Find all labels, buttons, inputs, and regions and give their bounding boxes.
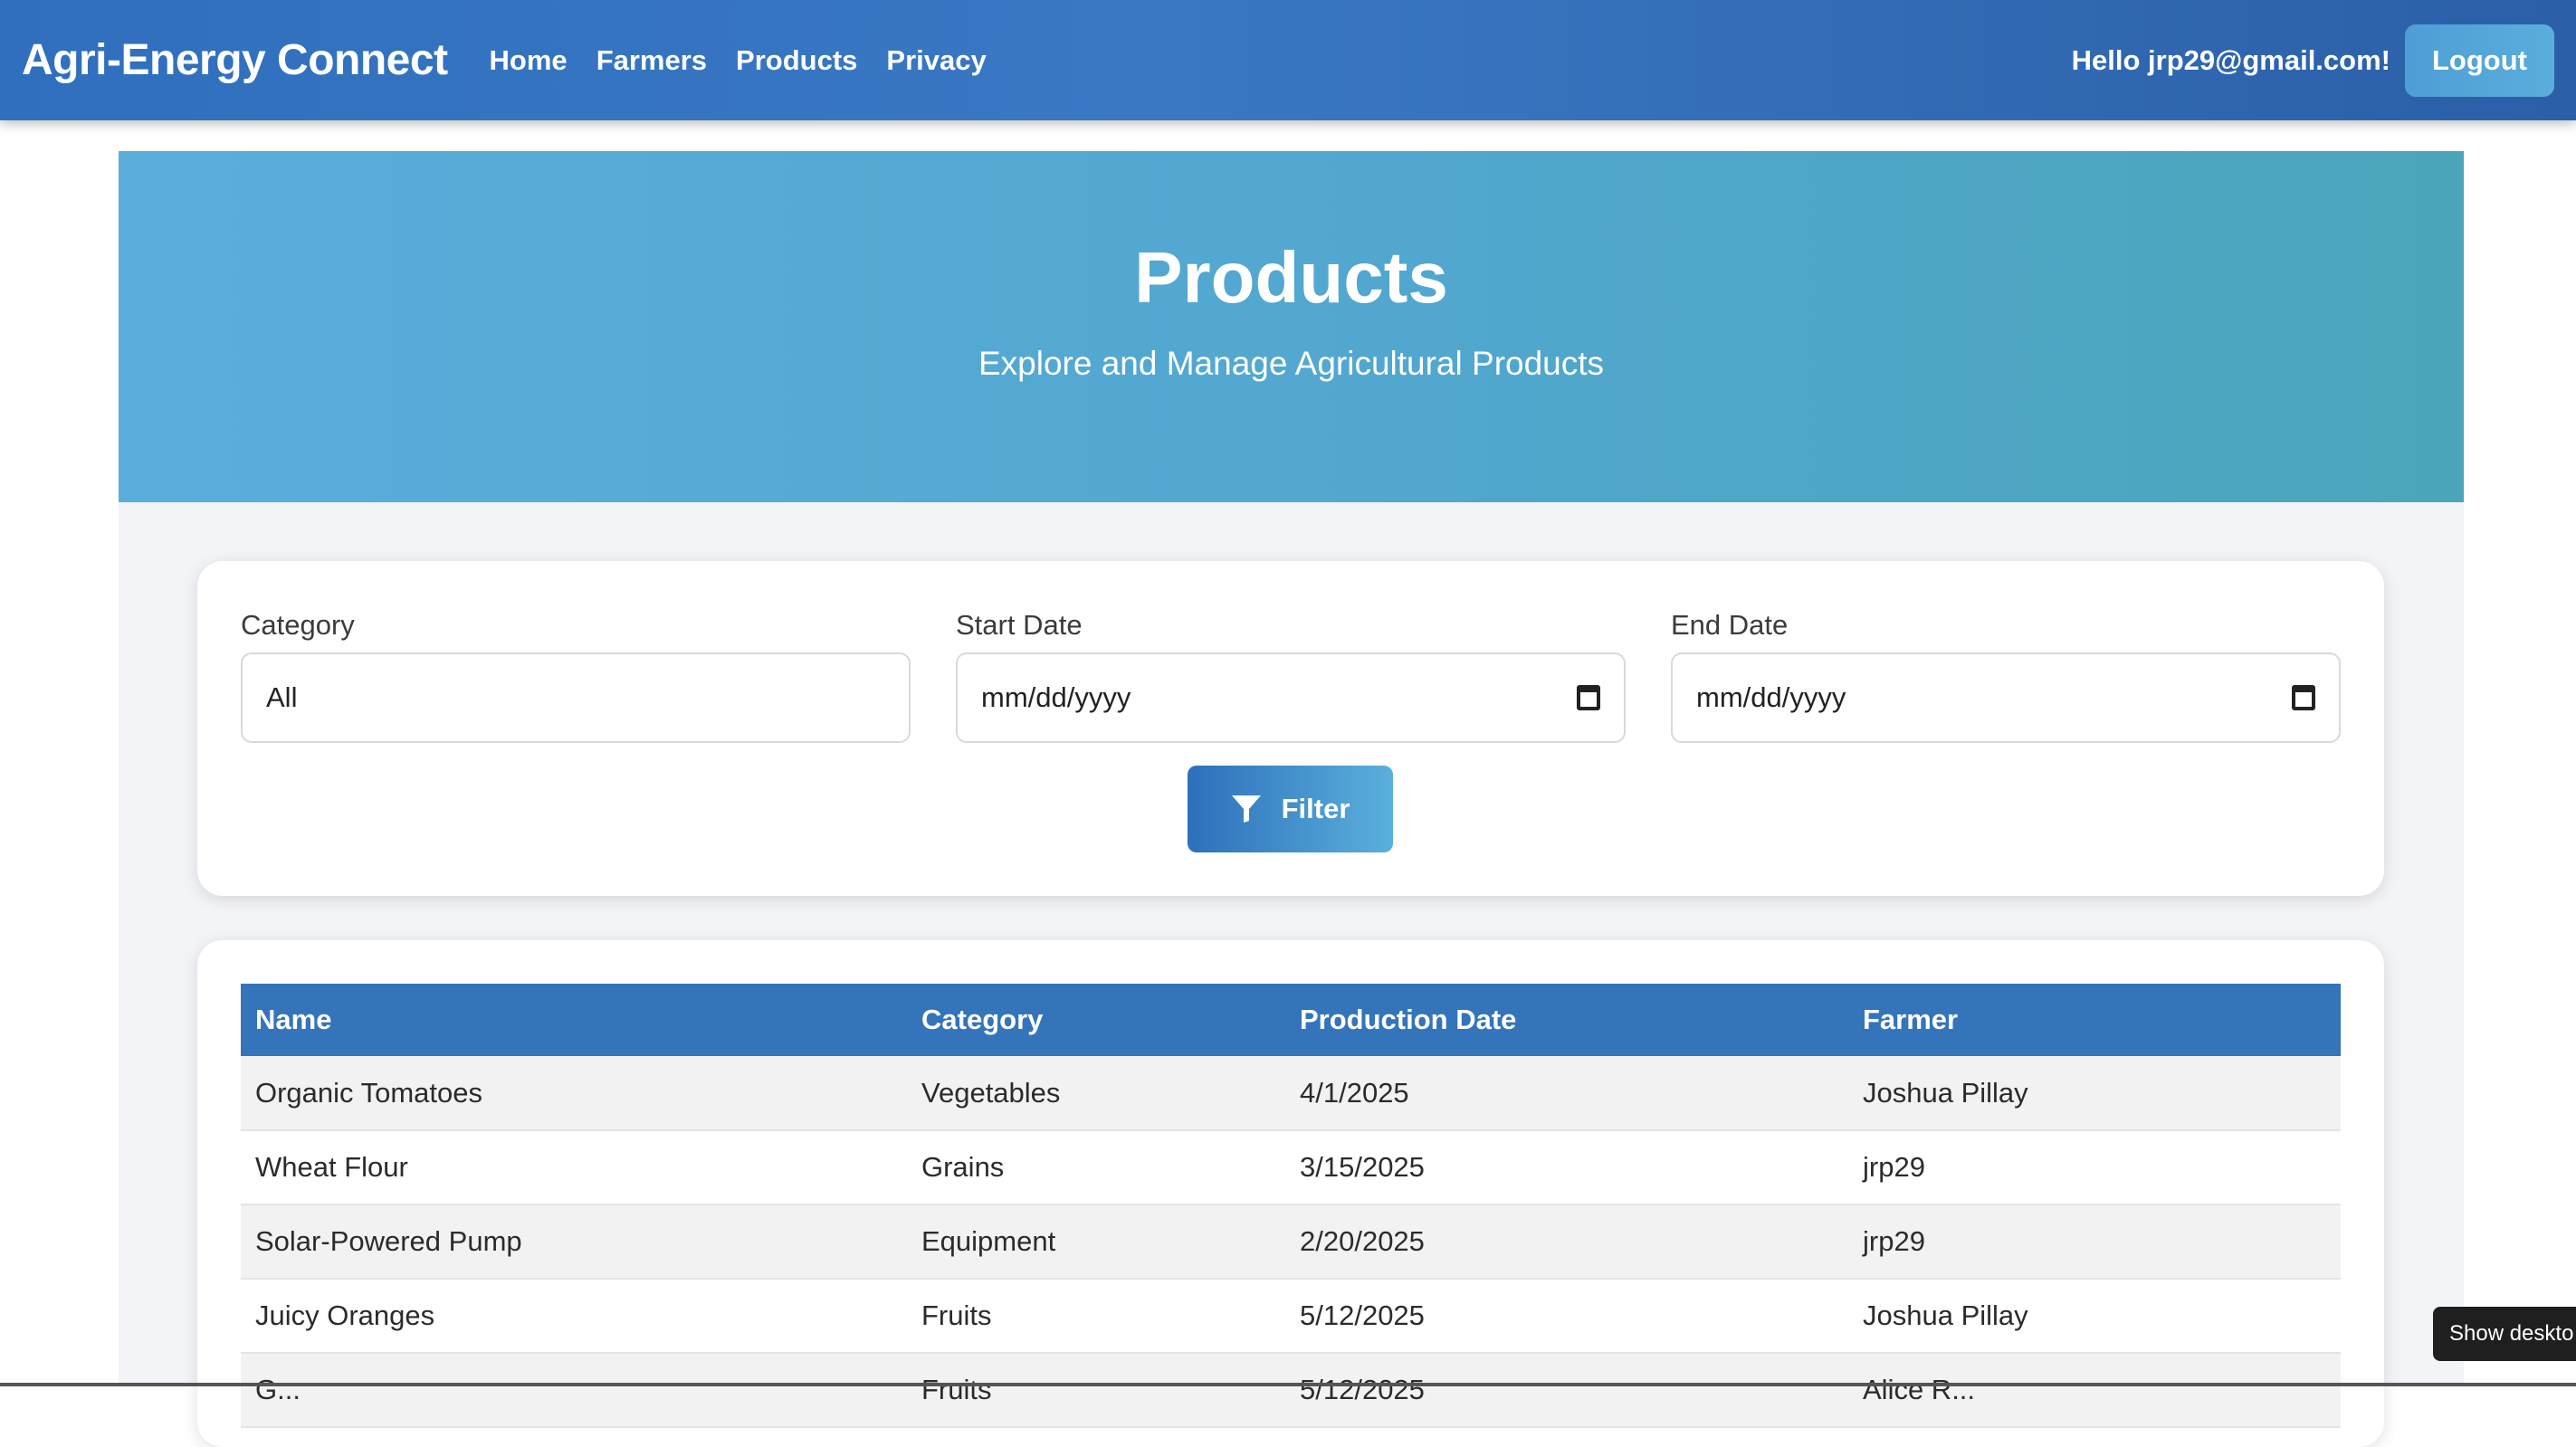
cell-farmer: Joshua Pillay bbox=[1848, 1279, 2341, 1354]
category-select[interactable]: All bbox=[241, 652, 911, 743]
cell-name: Organic Tomatoes bbox=[241, 1056, 907, 1131]
table-row[interactable]: Solar-Powered Pump Equipment 2/20/2025 j… bbox=[241, 1204, 2341, 1280]
table-row[interactable]: Juicy Oranges Fruits 5/12/2025 Joshua Pi… bbox=[241, 1279, 2341, 1354]
header-farmer[interactable]: Farmer bbox=[1848, 984, 2341, 1056]
user-greeting[interactable]: Hello jrp29@gmail.com! bbox=[2072, 44, 2390, 77]
table-row[interactable]: G... Fruits 5/12/2025 Alice R... bbox=[241, 1353, 2341, 1428]
category-field: Category All bbox=[241, 609, 911, 743]
products-table-card: Name Category Production Date Farmer Org… bbox=[197, 940, 2384, 1447]
cell-production-date: 3/15/2025 bbox=[1285, 1130, 1848, 1205]
top-navbar: Agri-Energy Connect Home Farmers Product… bbox=[0, 0, 2576, 120]
brand-logo-text[interactable]: Agri-Energy Connect bbox=[22, 35, 448, 85]
cell-name: Wheat Flour bbox=[241, 1130, 907, 1205]
cell-farmer: jrp29 bbox=[1848, 1204, 2341, 1280]
logout-button[interactable]: Logout bbox=[2404, 24, 2554, 97]
cell-farmer: Joshua Pillay bbox=[1848, 1056, 2341, 1131]
header-name[interactable]: Name bbox=[241, 984, 907, 1056]
end-date-placeholder: mm/dd/yyyy bbox=[1696, 681, 1846, 713]
cell-production-date: 4/1/2025 bbox=[1285, 1056, 1848, 1131]
cell-production-date: 2/20/2025 bbox=[1285, 1204, 1848, 1280]
show-desktop-tooltip: Show deskto bbox=[2433, 1307, 2576, 1361]
cell-name: G... bbox=[241, 1353, 907, 1428]
start-date-field: Start Date mm/dd/yyyy bbox=[956, 609, 1626, 743]
cell-category: Vegetables bbox=[907, 1056, 1285, 1131]
nav-link-farmers[interactable]: Farmers bbox=[596, 44, 707, 77]
calendar-icon[interactable] bbox=[2292, 685, 2315, 710]
table-row[interactable]: Wheat Flour Grains 3/15/2025 jrp29 bbox=[241, 1130, 2341, 1205]
header-category[interactable]: Category bbox=[907, 984, 1285, 1056]
taskbar-edge bbox=[0, 1383, 2576, 1386]
nav-links: Home Farmers Products Privacy bbox=[490, 44, 987, 77]
filter-button[interactable]: Filter bbox=[1188, 766, 1393, 852]
cell-name: Solar-Powered Pump bbox=[241, 1204, 907, 1280]
page-subtitle: Explore and Manage Agricultural Products bbox=[978, 345, 1605, 382]
products-table: Name Category Production Date Farmer Org… bbox=[241, 984, 2341, 1428]
page-title: Products bbox=[1134, 237, 1448, 318]
end-date-label: End Date bbox=[1671, 609, 1789, 641]
filter-button-label: Filter bbox=[1281, 793, 1350, 824]
cell-production-date: 5/12/2025 bbox=[1285, 1279, 1848, 1354]
cell-name: Juicy Oranges bbox=[241, 1279, 907, 1354]
cell-category: Fruits bbox=[907, 1279, 1285, 1354]
table-row[interactable]: Organic Tomatoes Vegetables 4/1/2025 Jos… bbox=[241, 1056, 2341, 1131]
hero-banner: Products Explore and Manage Agricultural… bbox=[119, 151, 2464, 502]
filter-card: Category All Start Date mm/dd/yyyy End D… bbox=[197, 561, 2384, 896]
nav-user-area: Hello jrp29@gmail.com! Logout bbox=[2072, 24, 2554, 97]
header-production-date[interactable]: Production Date bbox=[1285, 984, 1848, 1056]
main-content: Products Explore and Manage Agricultural… bbox=[119, 151, 2464, 1447]
cell-category: Grains bbox=[907, 1130, 1285, 1205]
cell-category: Equipment bbox=[907, 1204, 1285, 1280]
end-date-input[interactable]: mm/dd/yyyy bbox=[1671, 652, 2341, 743]
cell-category: Fruits bbox=[907, 1353, 1285, 1428]
table-header-row: Name Category Production Date Farmer bbox=[241, 984, 2341, 1056]
category-select-value: All bbox=[266, 681, 298, 713]
start-date-placeholder: mm/dd/yyyy bbox=[981, 681, 1131, 713]
nav-link-privacy[interactable]: Privacy bbox=[886, 44, 986, 77]
nav-link-home[interactable]: Home bbox=[490, 44, 568, 77]
category-label: Category bbox=[241, 609, 355, 641]
start-date-label: Start Date bbox=[956, 609, 1083, 641]
cell-production-date: 5/12/2025 bbox=[1285, 1353, 1848, 1428]
cell-farmer: jrp29 bbox=[1848, 1130, 2341, 1205]
calendar-icon[interactable] bbox=[1577, 685, 1600, 710]
start-date-input[interactable]: mm/dd/yyyy bbox=[956, 652, 1626, 743]
nav-link-products[interactable]: Products bbox=[736, 44, 857, 77]
end-date-field: End Date mm/dd/yyyy bbox=[1671, 609, 2341, 743]
cell-farmer: Alice R... bbox=[1848, 1353, 2341, 1428]
filter-icon bbox=[1231, 795, 1262, 823]
